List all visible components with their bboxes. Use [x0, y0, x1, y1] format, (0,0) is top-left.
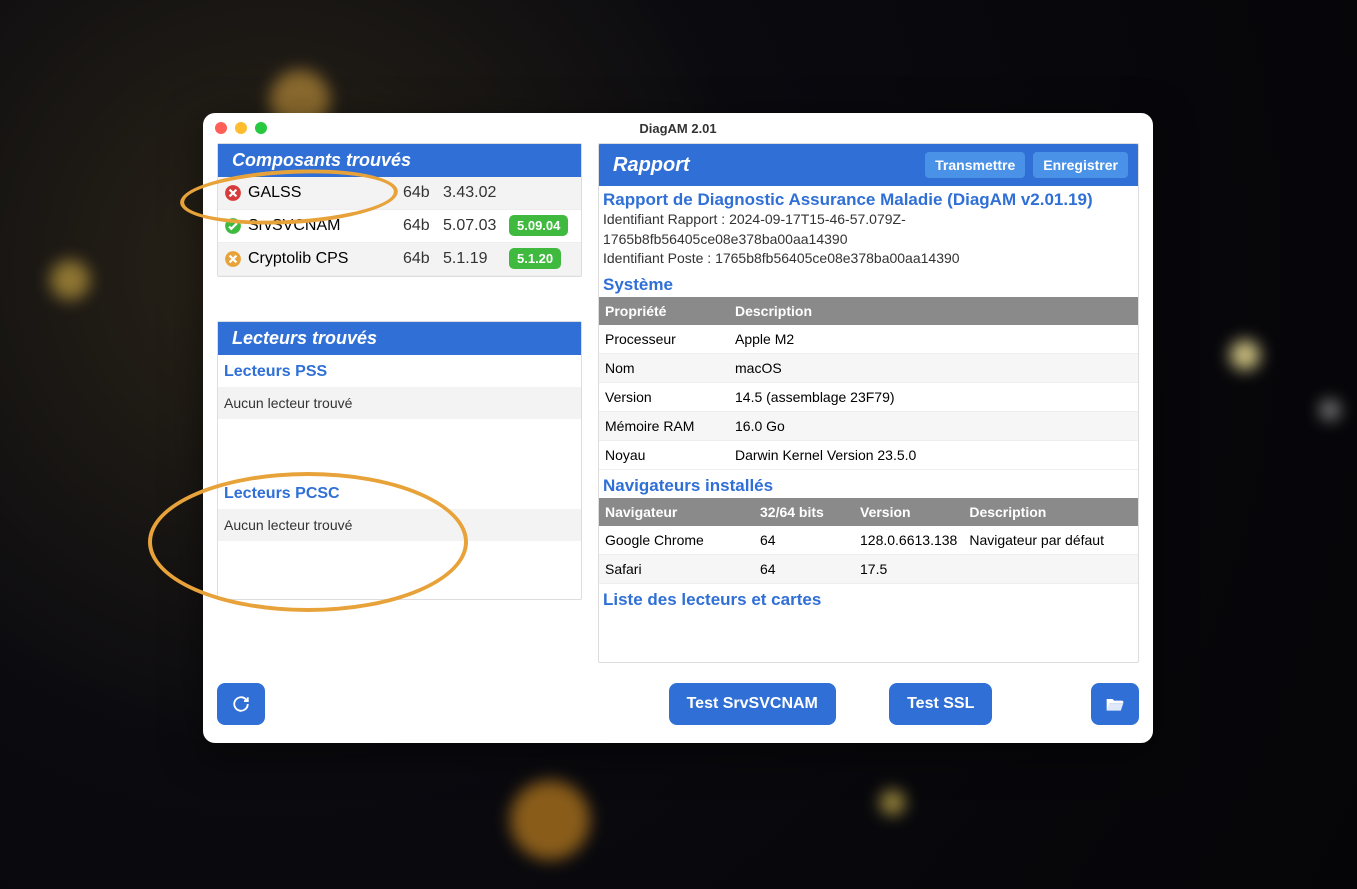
browser-bits: 64 — [754, 554, 854, 583]
ident-poste-value: 1765b8fb56405ce08e378ba00aa14390 — [715, 250, 959, 266]
folder-open-icon — [1105, 695, 1125, 713]
refresh-button[interactable] — [217, 683, 265, 725]
component-name: SrvSVCNAM — [248, 217, 403, 235]
system-table: Propriété Description ProcesseurApple M2… — [599, 297, 1138, 470]
sys-prop: Nom — [599, 353, 729, 382]
test-srv-button[interactable]: Test SrvSVCNAM — [669, 683, 836, 725]
report-header: Rapport Transmettre Enregistrer — [599, 144, 1138, 186]
component-bits: 64b — [403, 184, 443, 202]
report-ident-poste: Identifiant Poste : 1765b8fb56405ce08e37… — [599, 249, 1138, 269]
open-folder-button[interactable] — [1091, 683, 1139, 725]
sys-desc: Apple M2 — [729, 325, 1138, 354]
test-ssl-button[interactable]: Test SSL — [889, 683, 992, 725]
table-row: Safari 64 17.5 — [599, 554, 1138, 583]
sys-prop: Version — [599, 382, 729, 411]
readers-pss-title: Lecteurs PSS — [218, 355, 581, 387]
error-icon — [224, 184, 242, 202]
component-version: 5.1.19 — [443, 250, 509, 268]
browsers-col-version: Version — [854, 498, 963, 526]
report-title: Rapport de Diagnostic Assurance Maladie … — [599, 190, 1138, 210]
table-row: NommacOS — [599, 353, 1138, 382]
transmit-button[interactable]: Transmettre — [925, 152, 1025, 178]
titlebar: DiagAM 2.01 — [203, 113, 1153, 143]
ident-report-label: Identifiant Rapport : — [603, 211, 729, 227]
readers-pcsc-title: Lecteurs PCSC — [218, 477, 581, 509]
components-panel: Composants trouvés GALSS 64b 3.43.02 Srv… — [217, 143, 582, 277]
sys-prop: Processeur — [599, 325, 729, 354]
component-row: SrvSVCNAM 64b 5.07.03 5.09.04 — [218, 210, 581, 243]
app-window: DiagAM 2.01 Composants trouvés GALSS 64b… — [203, 113, 1153, 743]
component-bits: 64b — [403, 250, 443, 268]
browsers-col-name: Navigateur — [599, 498, 754, 526]
component-version: 5.07.03 — [443, 217, 509, 235]
component-update-slot: 5.1.20 — [509, 250, 575, 268]
warn-icon — [224, 250, 242, 268]
component-update-slot: 5.09.04 — [509, 217, 575, 235]
table-row: Mémoire RAM16.0 Go — [599, 411, 1138, 440]
left-column: Composants trouvés GALSS 64b 3.43.02 Srv… — [217, 143, 582, 663]
sys-desc: 14.5 (assemblage 23F79) — [729, 382, 1138, 411]
spacer — [218, 541, 581, 599]
report-body: Rapport de Diagnostic Assurance Maladie … — [599, 186, 1138, 662]
table-row: Google Chrome 64 128.0.6613.138 Navigate… — [599, 526, 1138, 555]
table-row: NoyauDarwin Kernel Version 23.5.0 — [599, 440, 1138, 469]
window-title: DiagAM 2.01 — [203, 121, 1153, 136]
component-name: GALSS — [248, 184, 403, 202]
component-row: GALSS 64b 3.43.02 — [218, 177, 581, 210]
table-row: ProcesseurApple M2 — [599, 325, 1138, 354]
update-badge[interactable]: 5.09.04 — [509, 215, 568, 236]
table-row: Version14.5 (assemblage 23F79) — [599, 382, 1138, 411]
bottom-bar: Test SrvSVCNAM Test SSL — [203, 673, 1153, 743]
report-ident-report: Identifiant Rapport : 2024-09-17T15-46-5… — [599, 210, 1138, 249]
sys-desc: macOS — [729, 353, 1138, 382]
readers-pcsc-message: Aucun lecteur trouvé — [218, 509, 581, 541]
content-area: Composants trouvés GALSS 64b 3.43.02 Srv… — [203, 143, 1153, 673]
spacer — [218, 419, 581, 477]
right-column: Rapport Transmettre Enregistrer Rapport … — [598, 143, 1139, 663]
system-section-header: Système — [599, 269, 1138, 297]
component-name: Cryptolib CPS — [248, 250, 403, 268]
sys-prop: Noyau — [599, 440, 729, 469]
browser-version: 128.0.6613.138 — [854, 526, 963, 555]
components-list: GALSS 64b 3.43.02 SrvSVCNAM 64b 5.07.03 … — [218, 177, 581, 276]
ok-icon — [224, 217, 242, 235]
system-col-desc: Description — [729, 297, 1138, 325]
browser-name: Google Chrome — [599, 526, 754, 555]
refresh-icon — [232, 695, 250, 713]
component-version: 3.43.02 — [443, 184, 509, 202]
components-header: Composants trouvés — [218, 144, 581, 177]
system-col-prop: Propriété — [599, 297, 729, 325]
report-header-title: Rapport — [613, 154, 690, 177]
report-panel: Rapport Transmettre Enregistrer Rapport … — [598, 143, 1139, 663]
component-bits: 64b — [403, 217, 443, 235]
readers-header: Lecteurs trouvés — [218, 322, 581, 355]
browsers-col-bits: 32/64 bits — [754, 498, 854, 526]
sys-prop: Mémoire RAM — [599, 411, 729, 440]
browser-desc: Navigateur par défaut — [963, 526, 1138, 555]
browsers-table: Navigateur 32/64 bits Version Descriptio… — [599, 498, 1138, 584]
browsers-section-header: Navigateurs installés — [599, 470, 1138, 498]
browser-name: Safari — [599, 554, 754, 583]
browser-version: 17.5 — [854, 554, 963, 583]
readers-cards-section-header: Liste des lecteurs et cartes — [599, 584, 1138, 612]
save-button[interactable]: Enregistrer — [1033, 152, 1128, 178]
browser-desc — [963, 554, 1138, 583]
update-badge[interactable]: 5.1.20 — [509, 248, 561, 269]
sys-desc: Darwin Kernel Version 23.5.0 — [729, 440, 1138, 469]
browser-bits: 64 — [754, 526, 854, 555]
sys-desc: 16.0 Go — [729, 411, 1138, 440]
browsers-col-desc: Description — [963, 498, 1138, 526]
ident-poste-label: Identifiant Poste : — [603, 250, 715, 266]
readers-pss-message: Aucun lecteur trouvé — [218, 387, 581, 419]
component-row: Cryptolib CPS 64b 5.1.19 5.1.20 — [218, 243, 581, 276]
readers-panel: Lecteurs trouvés Lecteurs PSS Aucun lect… — [217, 321, 582, 600]
